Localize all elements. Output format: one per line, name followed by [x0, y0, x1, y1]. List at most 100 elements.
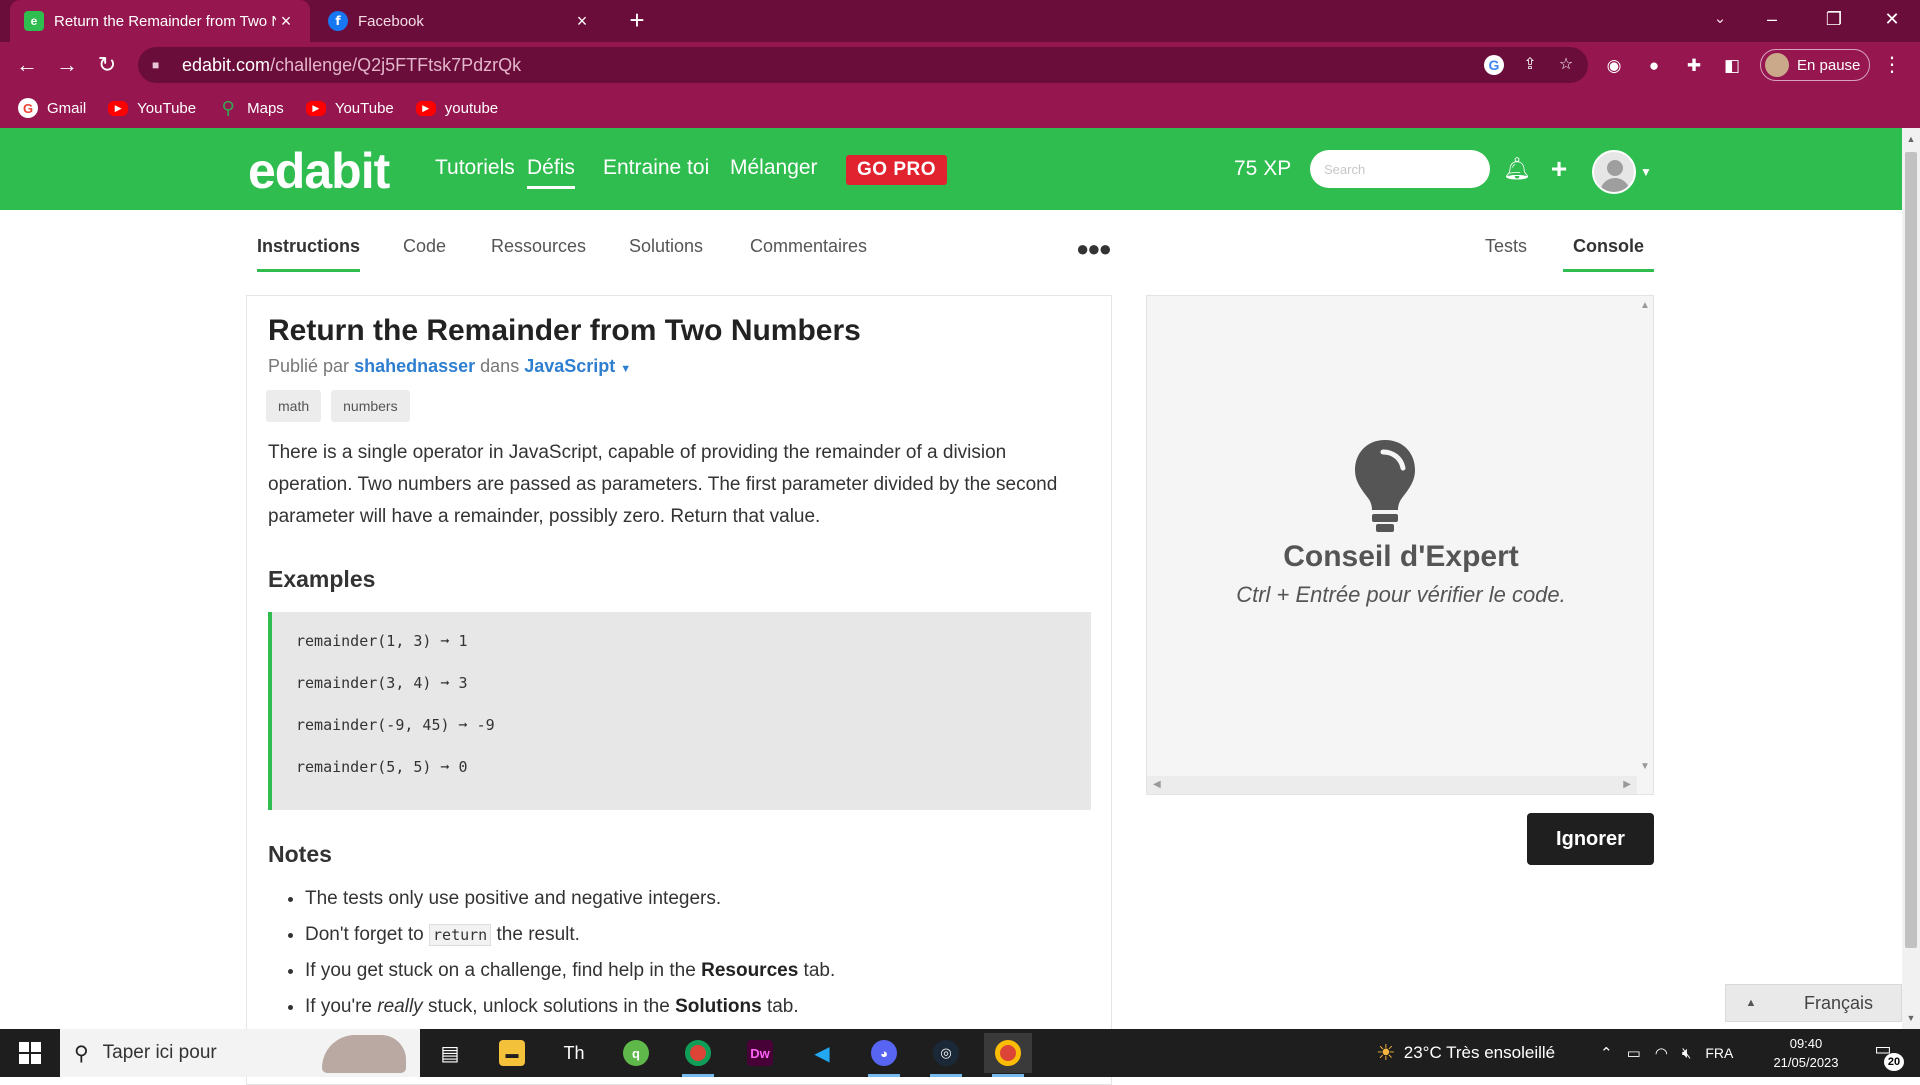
- more-options-icon[interactable]: ●●●: [1076, 236, 1112, 262]
- tab-tests[interactable]: Tests: [1485, 236, 1527, 269]
- tab-search-chevron-icon[interactable]: ⌄: [1696, 0, 1744, 38]
- ignore-button[interactable]: Ignorer: [1527, 813, 1654, 865]
- language-selector[interactable]: ▲ Français: [1725, 984, 1902, 1022]
- notification-count-badge: 20: [1884, 1053, 1904, 1071]
- browser-toolbar: ← → ↻ ■ edabit.com/challenge/Q2j5FTFtsk7…: [0, 42, 1920, 88]
- share-icon[interactable]: ⇪: [1520, 55, 1540, 75]
- nav-entraine-toi[interactable]: Entraine toi: [603, 156, 709, 180]
- scroll-up-icon[interactable]: ▲: [1640, 300, 1650, 311]
- challenge-title: Return the Remainder from Two Numbers: [268, 314, 861, 347]
- bookmark-star-icon[interactable]: ☆: [1556, 55, 1576, 75]
- add-icon[interactable]: +: [1545, 154, 1573, 184]
- browser-tabstrip: e Return the Remainder from Two N × f Fa…: [0, 0, 1920, 42]
- task-view-icon[interactable]: ▤: [426, 1033, 474, 1073]
- youtube-icon: ▶: [108, 100, 129, 116]
- challenge-byline: Publié par shahednasser dans JavaScript …: [268, 356, 632, 376]
- notes-list: The tests only use positive and negative…: [305, 882, 1085, 1026]
- console-panel[interactable]: Conseil d'Expert Ctrl + Entrée pour véri…: [1146, 295, 1654, 795]
- taskbar-search-box[interactable]: ⚲ Taper ici pour: [60, 1029, 420, 1077]
- taskbar-clock[interactable]: 09:40 21/05/2023: [1766, 1034, 1846, 1072]
- typora-icon[interactable]: Th: [550, 1033, 598, 1073]
- note-item: The tests only use positive and negative…: [305, 882, 1085, 918]
- language-dropdown[interactable]: JavaScript ▼: [524, 356, 631, 376]
- forward-arrow-icon[interactable]: →: [52, 50, 82, 80]
- battery-icon[interactable]: ▭: [1627, 1044, 1641, 1062]
- restore-window-button[interactable]: ❐: [1806, 0, 1862, 38]
- chrome-active-icon[interactable]: [984, 1033, 1032, 1077]
- minimize-window-button[interactable]: –: [1744, 0, 1800, 38]
- tray-expand-chevron-icon[interactable]: ⌃: [1600, 1044, 1613, 1062]
- nav-melanger[interactable]: Mélanger: [730, 156, 818, 180]
- nav-tutoriels[interactable]: Tutoriels: [435, 156, 515, 180]
- scroll-right-icon[interactable]: ▶: [1623, 779, 1631, 790]
- tab-code[interactable]: Code: [403, 236, 446, 269]
- note-item: If you get stuck on a challenge, find he…: [305, 954, 1085, 990]
- tab-solutions[interactable]: Solutions: [629, 236, 703, 269]
- profile-button[interactable]: En pause: [1760, 49, 1870, 81]
- browser-tab-edabit[interactable]: e Return the Remainder from Two N ×: [10, 0, 310, 42]
- scrollbar-thumb[interactable]: [1905, 152, 1917, 948]
- bookmark-youtube[interactable]: ▶ YouTube: [108, 100, 196, 117]
- new-tab-button[interactable]: +: [622, 6, 652, 36]
- file-explorer-icon[interactable]: ▬: [488, 1033, 536, 1073]
- browser-menu-icon[interactable]: ⋮: [1882, 54, 1902, 78]
- lock-icon: ■: [152, 58, 160, 72]
- go-pro-button[interactable]: GO PRO: [846, 155, 947, 185]
- qbittorrent-icon[interactable]: q: [612, 1033, 660, 1073]
- site-search-input[interactable]: [1310, 150, 1490, 188]
- tab-instructions[interactable]: Instructions: [257, 236, 361, 272]
- avatar: [1592, 150, 1636, 194]
- close-window-button[interactable]: ✕: [1864, 0, 1920, 38]
- input-language[interactable]: FRA: [1705, 1045, 1733, 1061]
- reload-icon[interactable]: ↻: [92, 50, 122, 80]
- tab-console[interactable]: Console: [1563, 236, 1655, 272]
- nav-defis[interactable]: Défis: [527, 156, 575, 189]
- page-scrollbar[interactable]: ▲ ▼: [1902, 128, 1920, 1029]
- volume-muted-icon[interactable]: 🔇︎: [1682, 1045, 1691, 1062]
- back-arrow-icon[interactable]: ←: [12, 50, 42, 80]
- notification-bell-icon[interactable]: 🔔︎: [1503, 154, 1531, 184]
- bookmark-youtube-2[interactable]: ▶ YouTube: [305, 100, 394, 117]
- scroll-down-icon[interactable]: ▼: [1640, 761, 1650, 772]
- bookmark-gmail[interactable]: G Gmail: [18, 98, 86, 118]
- side-panel-icon[interactable]: ◧: [1720, 54, 1744, 78]
- windows-start-button[interactable]: [0, 1029, 60, 1077]
- notification-center-icon[interactable]: ▭ 20: [1868, 1039, 1904, 1071]
- tag-math[interactable]: math: [266, 390, 322, 422]
- tab-commentaires[interactable]: Commentaires: [750, 236, 867, 269]
- close-tab-icon[interactable]: ×: [572, 11, 592, 32]
- challenge-card: Return the Remainder from Two Numbers Pu…: [246, 295, 1112, 1085]
- examples-heading: Examples: [268, 566, 376, 592]
- scroll-left-icon[interactable]: ◀: [1153, 779, 1161, 790]
- bookmark-maps[interactable]: ⚲ Maps: [218, 98, 284, 119]
- address-bar[interactable]: ■ edabit.com/challenge/Q2j5FTFtsk7PdzrQk…: [138, 47, 1588, 83]
- weather-sun-cloud-icon: ☀: [1376, 1040, 1396, 1065]
- google-icon: G: [18, 98, 38, 118]
- scroll-down-icon[interactable]: ▼: [1902, 1013, 1920, 1023]
- bookmark-youtube-3[interactable]: ▶ youtube: [415, 100, 498, 117]
- extensions-puzzle-icon[interactable]: ✚: [1682, 54, 1706, 78]
- close-tab-icon[interactable]: ×: [276, 11, 296, 32]
- user-menu[interactable]: ▼: [1592, 150, 1652, 194]
- profile-avatar: [1765, 53, 1789, 77]
- challenge-description: There is a single operator in JavaScript…: [268, 442, 1058, 527]
- discord-icon[interactable]: ◕: [860, 1033, 908, 1077]
- browser-tab-facebook[interactable]: f Facebook ×: [314, 0, 606, 42]
- tab-ressources[interactable]: Ressources: [491, 236, 586, 269]
- wifi-icon[interactable]: ◠: [1655, 1044, 1668, 1062]
- clock-date: 21/05/2023: [1773, 1055, 1839, 1070]
- dreamweaver-icon[interactable]: Dw: [736, 1033, 784, 1073]
- tag-numbers[interactable]: numbers: [331, 390, 410, 422]
- vscode-icon[interactable]: ◀: [798, 1033, 846, 1073]
- edabit-logo[interactable]: edabit: [248, 142, 390, 200]
- console-horizontal-scrollbar[interactable]: ◀ ▶: [1147, 776, 1637, 794]
- extension-icon[interactable]: ●: [1642, 54, 1666, 78]
- steam-icon[interactable]: ◎: [922, 1033, 970, 1077]
- console-vertical-scrollbar[interactable]: ▲ ▼: [1635, 296, 1653, 776]
- scroll-up-icon[interactable]: ▲: [1902, 134, 1920, 144]
- author-link[interactable]: shahednasser: [354, 356, 475, 376]
- extension-avatar-icon[interactable]: ◉: [1602, 54, 1626, 78]
- google-lens-icon[interactable]: G: [1484, 55, 1504, 75]
- weather-widget[interactable]: ☀ 23°C Très ensoleillé: [1376, 1029, 1555, 1077]
- chrome-icon[interactable]: [674, 1033, 722, 1077]
